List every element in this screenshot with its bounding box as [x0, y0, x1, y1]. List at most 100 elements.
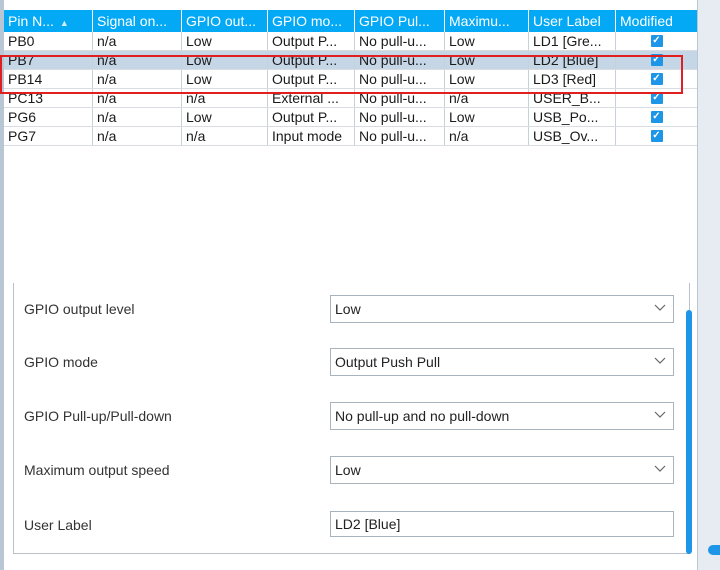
- table-row[interactable]: PB0 n/a Low Output P... No pull-u... Low…: [4, 32, 697, 51]
- checkmark-icon[interactable]: ✓: [650, 111, 663, 123]
- cell-modified: ✓: [616, 32, 697, 50]
- cell-gpio-pull: No pull-u...: [355, 108, 445, 126]
- chevron-down-icon: [654, 357, 666, 364]
- chevron-down-icon: [654, 304, 666, 311]
- cell-user-label: LD1 [Gre...: [529, 32, 616, 50]
- cell-user-label: USB_Po...: [529, 108, 616, 126]
- cell-pin-name: PC13: [4, 89, 93, 107]
- cell-gpio-output: n/a: [182, 127, 268, 145]
- cell-gpio-pull: No pull-u...: [355, 89, 445, 107]
- column-header-gpio-output[interactable]: GPIO out...: [182, 10, 268, 32]
- cell-signal: n/a: [93, 51, 182, 69]
- table-top-edge: [4, 0, 697, 10]
- table-header: Pin N... ▲ Signal on... GPIO out... GPIO …: [4, 10, 697, 32]
- cell-gpio-mode: External ...: [268, 89, 355, 107]
- gpio-output-level-select[interactable]: Low: [330, 295, 674, 323]
- cell-pin-name: PB14: [4, 70, 93, 88]
- cell-gpio-mode: Output P...: [268, 32, 355, 50]
- chevron-down-icon: [654, 411, 666, 418]
- table-row-selected[interactable]: PB7 n/a Low Output P... No pull-u... Low…: [4, 51, 697, 70]
- property-label: GPIO output level: [24, 301, 135, 317]
- scrollbar-thumb-corner[interactable]: [708, 545, 720, 555]
- property-label: Maximum output speed: [24, 462, 170, 478]
- gpio-mode-select[interactable]: Output Push Pull: [330, 348, 674, 376]
- column-header-pin-name[interactable]: Pin N... ▲: [4, 10, 93, 32]
- cell-gpio-mode: Output P...: [268, 108, 355, 126]
- cell-pin-name: PG6: [4, 108, 93, 126]
- checkmark-icon[interactable]: ✓: [650, 54, 663, 66]
- cell-max-speed: n/a: [445, 89, 529, 107]
- checkmark-icon[interactable]: ✓: [650, 73, 663, 85]
- gpio-pull-select[interactable]: No pull-up and no pull-down: [330, 402, 674, 430]
- column-header-signal[interactable]: Signal on...: [93, 10, 182, 32]
- cell-gpio-pull: No pull-u...: [355, 32, 445, 50]
- select-value: Low: [335, 301, 361, 317]
- window-frame-right: [697, 0, 720, 570]
- property-label: GPIO mode: [24, 354, 98, 370]
- column-header-user-label[interactable]: User Label: [529, 10, 616, 32]
- cell-user-label: USB_Ov...: [529, 127, 616, 145]
- cell-pin-name: PB7: [4, 51, 93, 69]
- cell-max-speed: Low: [445, 32, 529, 50]
- property-gpio-pull: GPIO Pull-up/Pull-down No pull-up and no…: [14, 402, 689, 432]
- column-header-gpio-mode[interactable]: GPIO mo...: [268, 10, 355, 32]
- cell-user-label: LD3 [Red]: [529, 70, 616, 88]
- pin-configuration-table: Pin N... ▲ Signal on... GPIO out... GPIO …: [4, 10, 697, 146]
- pin-properties-panel: GPIO output level Low GPIO mode Output P…: [13, 283, 690, 554]
- cell-pin-name: PB0: [4, 32, 93, 50]
- cell-max-speed: Low: [445, 70, 529, 88]
- property-user-label: User Label LD2 [Blue]: [14, 511, 689, 541]
- cell-signal: n/a: [93, 32, 182, 50]
- cell-gpio-pull: No pull-u...: [355, 70, 445, 88]
- cell-gpio-mode: Input mode: [268, 127, 355, 145]
- cell-signal: n/a: [93, 127, 182, 145]
- table-row[interactable]: PG6 n/a Low Output P... No pull-u... Low…: [4, 108, 697, 127]
- column-header-gpio-pull[interactable]: GPIO Pul...: [355, 10, 445, 32]
- cell-gpio-pull: No pull-u...: [355, 51, 445, 69]
- cell-modified: ✓: [616, 70, 697, 88]
- cell-user-label: USER_B...: [529, 89, 616, 107]
- sort-up-icon: ▲: [59, 18, 69, 28]
- column-header-label: Pin N...: [8, 13, 54, 29]
- cell-pin-name: PG7: [4, 127, 93, 145]
- select-value: Low: [335, 462, 361, 478]
- select-value: No pull-up and no pull-down: [335, 408, 510, 424]
- window-frame-divider: [697, 0, 698, 570]
- table-row[interactable]: PG7 n/a n/a Input mode No pull-u... n/a …: [4, 127, 697, 146]
- property-label: User Label: [24, 517, 92, 533]
- cell-gpio-mode: Output P...: [268, 51, 355, 69]
- max-output-speed-select[interactable]: Low: [330, 456, 674, 484]
- table-row[interactable]: PB14 n/a Low Output P... No pull-u... Lo…: [4, 70, 697, 89]
- cell-signal: n/a: [93, 70, 182, 88]
- cell-user-label: LD2 [Blue]: [529, 51, 616, 69]
- cell-modified: ✓: [616, 127, 697, 145]
- checkmark-icon[interactable]: ✓: [650, 92, 663, 104]
- table-row[interactable]: PC13 n/a n/a External ... No pull-u... n…: [4, 89, 697, 108]
- select-value: Output Push Pull: [335, 354, 441, 370]
- cell-gpio-output: Low: [182, 32, 268, 50]
- input-value: LD2 [Blue]: [335, 516, 401, 532]
- vertical-scrollbar[interactable]: [686, 310, 692, 554]
- user-label-input[interactable]: LD2 [Blue]: [330, 511, 674, 537]
- cell-gpio-output: Low: [182, 51, 268, 69]
- property-label: GPIO Pull-up/Pull-down: [24, 408, 172, 424]
- checkmark-icon[interactable]: ✓: [650, 130, 663, 142]
- property-gpio-output-level: GPIO output level Low: [14, 295, 689, 325]
- cell-gpio-mode: Output P...: [268, 70, 355, 88]
- cell-signal: n/a: [93, 89, 182, 107]
- column-header-max-speed[interactable]: Maximu...: [445, 10, 529, 32]
- cell-signal: n/a: [93, 108, 182, 126]
- checkmark-icon[interactable]: ✓: [650, 35, 663, 47]
- cell-modified: ✓: [616, 89, 697, 107]
- cell-max-speed: Low: [445, 108, 529, 126]
- cell-gpio-output: n/a: [182, 89, 268, 107]
- cell-gpio-pull: No pull-u...: [355, 127, 445, 145]
- cell-max-speed: n/a: [445, 127, 529, 145]
- chevron-down-icon: [654, 465, 666, 472]
- cell-gpio-output: Low: [182, 70, 268, 88]
- cell-modified: ✓: [616, 108, 697, 126]
- cell-modified: ✓: [616, 51, 697, 69]
- column-header-modified[interactable]: Modified: [616, 10, 697, 32]
- cell-max-speed: Low: [445, 51, 529, 69]
- property-gpio-mode: GPIO mode Output Push Pull: [14, 348, 689, 378]
